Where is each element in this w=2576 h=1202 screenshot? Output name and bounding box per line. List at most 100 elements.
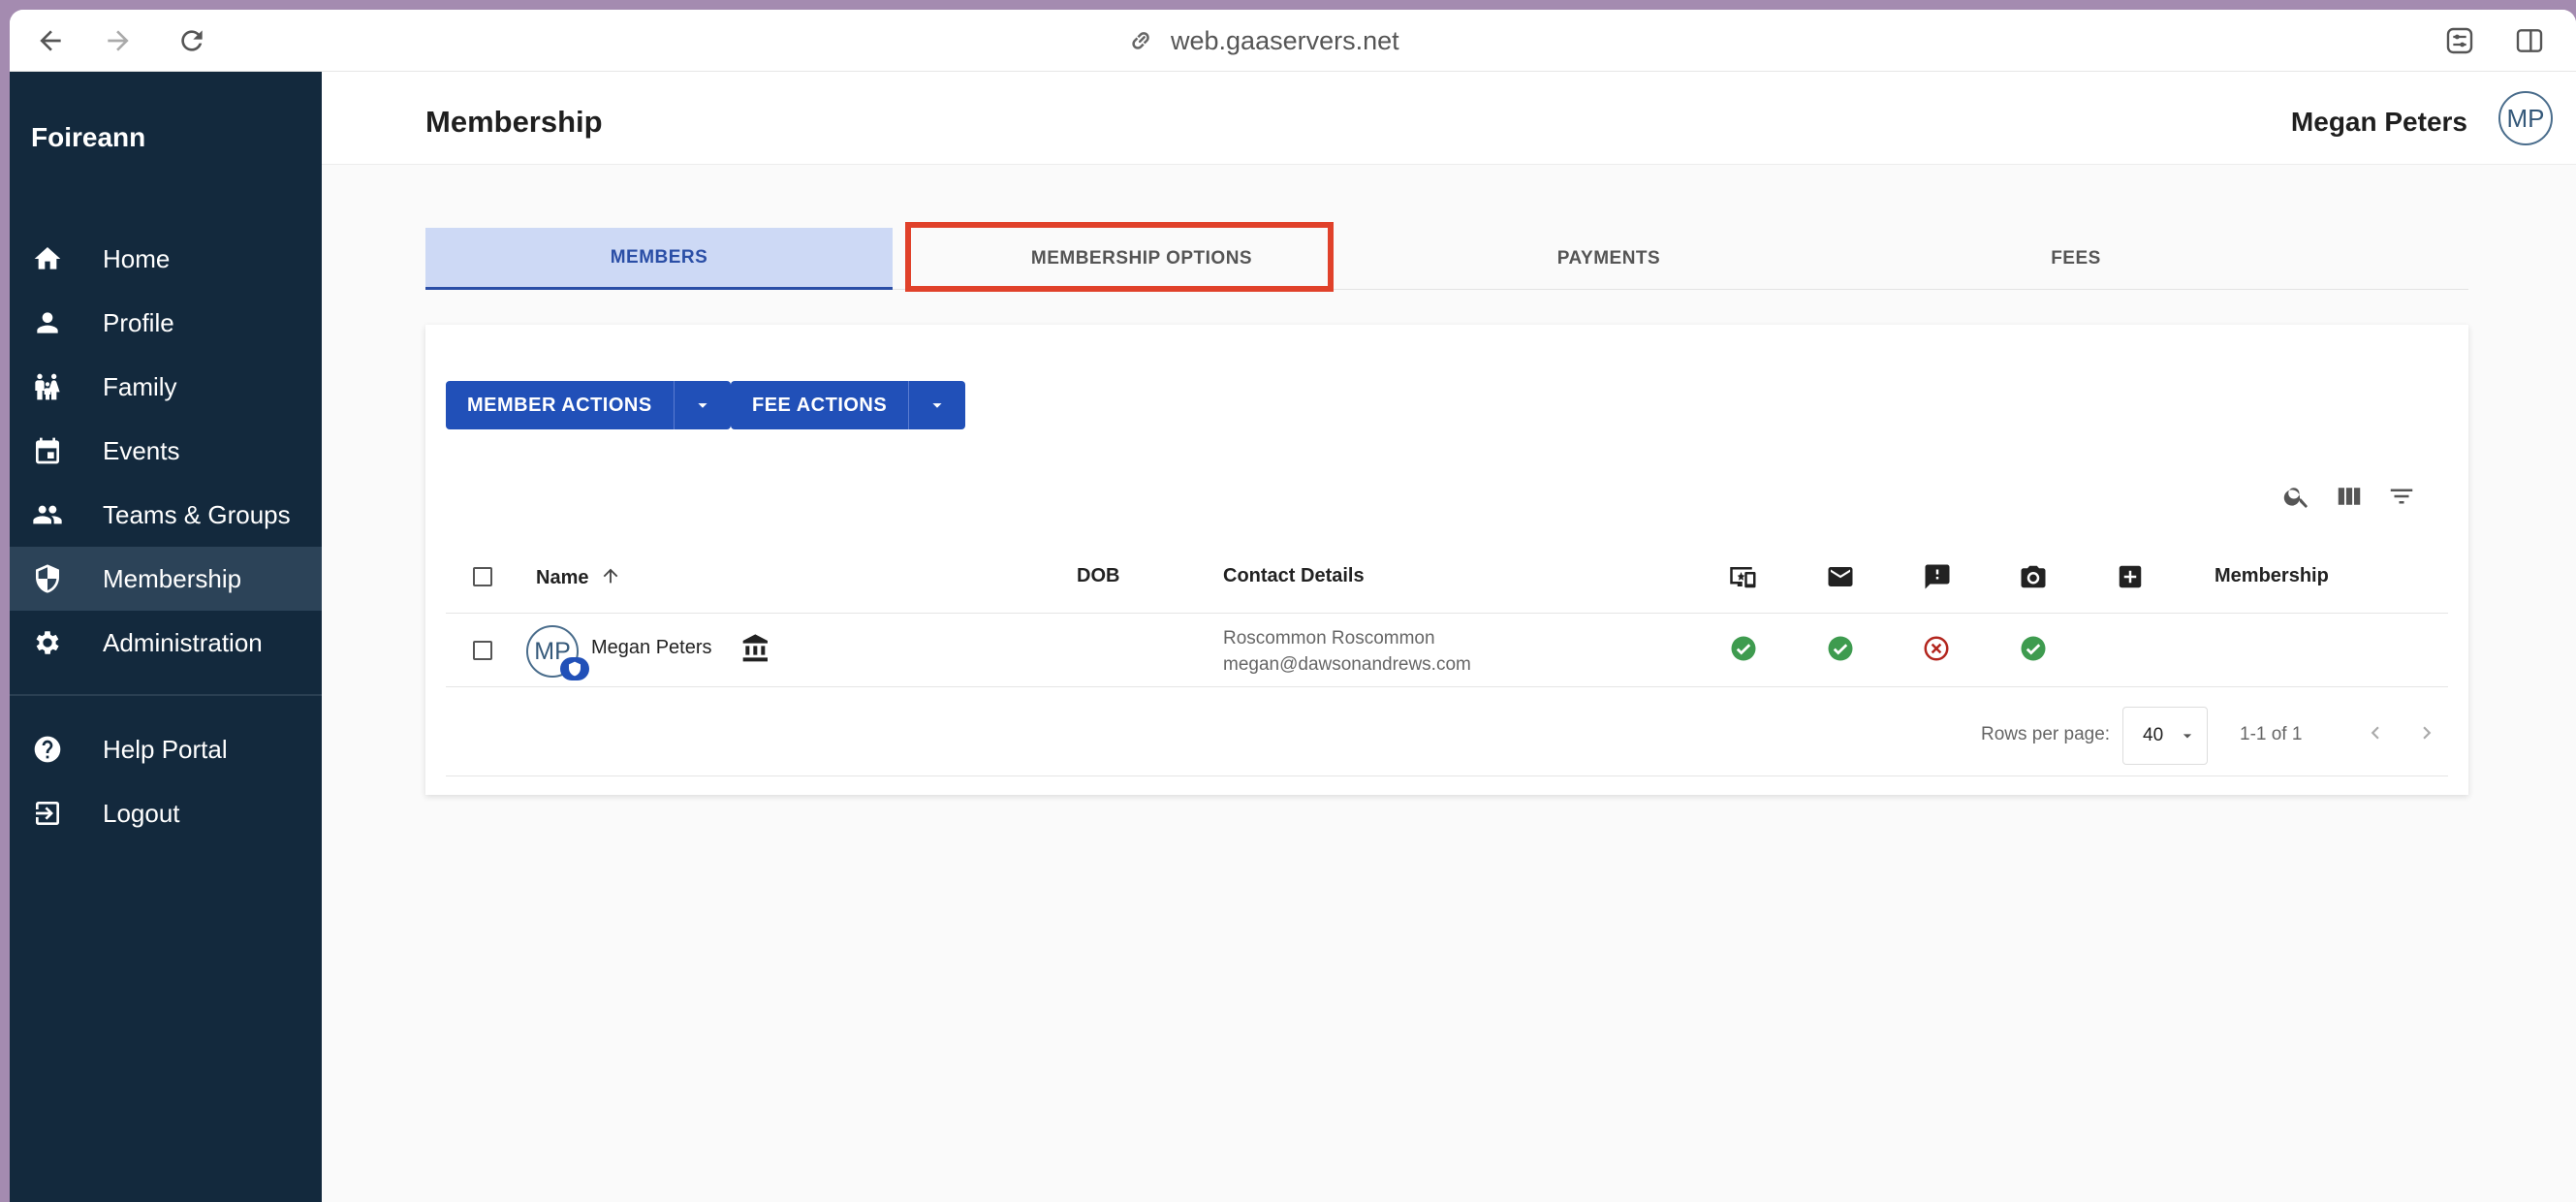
shield-icon	[569, 661, 581, 677]
tab-bar: MEMBERS MEMBERSHIP OPTIONS PAYMENTS FEES	[425, 228, 2468, 290]
family-icon	[31, 370, 64, 403]
sidebar-item-label: Teams & Groups	[103, 499, 291, 529]
check-circle-icon	[1729, 634, 1758, 663]
caret-down-icon	[2183, 734, 2192, 739]
column-contact-details[interactable]: Contact Details	[1223, 565, 1365, 587]
member-actions-split-button: MEMBER ACTIONS	[446, 381, 731, 429]
search-button[interactable]	[2280, 480, 2313, 513]
filter-icon	[2390, 489, 2413, 504]
error-circle-icon	[1922, 634, 1951, 663]
sidebar-item-profile[interactable]: Profile	[10, 291, 322, 355]
sidebar-item-logout[interactable]: Logout	[10, 781, 322, 845]
shield-icon	[31, 562, 64, 595]
sidebar-item-teams-groups[interactable]: Teams & Groups	[10, 483, 322, 547]
search-icon	[2283, 488, 2308, 508]
extensions-button[interactable]	[2440, 23, 2479, 58]
gear-icon	[31, 626, 64, 659]
brand-logo[interactable]: Foireann	[31, 122, 145, 153]
chevron-left-icon	[2371, 726, 2379, 740]
person-icon	[31, 306, 64, 339]
user-name[interactable]: Megan Peters	[2291, 107, 2467, 138]
medical-icon	[2115, 561, 2146, 592]
membership-badge	[560, 657, 589, 680]
sidebar-item-label: Administration	[103, 627, 263, 657]
caret-down-icon	[698, 403, 707, 408]
member-name[interactable]: Megan Peters	[591, 637, 712, 659]
chevron-right-icon	[2423, 726, 2432, 740]
members-card: MEMBER ACTIONS FEE ACTIONS Name DOB Cont…	[425, 325, 2468, 795]
page-title: Membership	[425, 105, 603, 139]
browser-window: web.gaaservers.net Foireann Home Profile…	[10, 10, 2576, 1202]
select-all-checkbox[interactable]	[473, 567, 492, 586]
sidebar-item-label: Home	[103, 243, 171, 273]
column-name[interactable]: Name	[536, 565, 621, 589]
sidebar: Foireann Home Profile Family Events Team…	[10, 72, 322, 1202]
sidebar-item-help-portal[interactable]: Help Portal	[10, 717, 322, 781]
sidebar-item-administration[interactable]: Administration	[10, 611, 322, 675]
arrow-right-icon	[108, 30, 129, 51]
link-icon	[1132, 32, 1149, 49]
home-icon	[31, 242, 64, 275]
rows-per-page-select[interactable]: 40	[2122, 707, 2208, 765]
pagination: Rows per page: 40 1-1 of 1	[446, 687, 2448, 776]
sidebar-divider	[10, 694, 322, 696]
sidebar-item-events[interactable]: Events	[10, 419, 322, 483]
member-actions-button[interactable]: MEMBER ACTIONS	[446, 381, 674, 429]
sliders-icon	[2446, 27, 2473, 54]
rows-per-page-label: Rows per page:	[1981, 724, 2111, 744]
help-icon	[31, 733, 64, 766]
forward-button[interactable]	[99, 23, 138, 58]
fee-actions-split-button: FEE ACTIONS	[731, 381, 966, 429]
caret-down-icon	[932, 403, 942, 408]
fee-actions-dropdown[interactable]	[909, 381, 965, 429]
tab-fees[interactable]: FEES	[1842, 228, 2309, 290]
column-dob[interactable]: DOB	[1077, 565, 1119, 587]
app-header: Membership Megan Peters MP	[322, 72, 2576, 165]
back-button[interactable]	[31, 23, 70, 58]
column-membership[interactable]: Membership	[2215, 565, 2329, 587]
contact-email: megan@dawsonandrews.com	[1223, 654, 1471, 675]
sidebar-item-label: Family	[103, 371, 177, 401]
next-page-button[interactable]	[2412, 718, 2441, 747]
sidebar-item-label: Help Portal	[103, 734, 228, 764]
reload-button[interactable]	[173, 23, 211, 58]
prev-page-button[interactable]	[2361, 718, 2390, 747]
camera-icon	[2018, 561, 2049, 592]
page-range: 1-1 of 1	[2240, 724, 2303, 744]
avatar[interactable]: MP	[2498, 91, 2553, 145]
columns-icon	[2338, 488, 2361, 505]
sidebar-toggle-button[interactable]	[2510, 23, 2549, 58]
table-header: Name DOB Contact Details Membership	[446, 540, 2448, 614]
alert-icon	[1922, 561, 1953, 592]
arrow-up-icon	[603, 568, 618, 584]
filter-button[interactable]	[2385, 480, 2418, 513]
check-circle-icon	[1826, 634, 1855, 663]
row-checkbox[interactable]	[473, 641, 492, 660]
columns-button[interactable]	[2333, 480, 2366, 513]
tab-payments[interactable]: PAYMENTS	[1375, 228, 1842, 290]
email-icon	[1825, 561, 1856, 592]
sidebar-item-family[interactable]: Family	[10, 355, 322, 419]
sidebar-item-home[interactable]: Home	[10, 227, 322, 291]
address-bar[interactable]: web.gaaservers.net	[1126, 25, 1399, 56]
tab-members[interactable]: MEMBERS	[425, 228, 893, 290]
table-row[interactable]: MP Megan Peters Roscommon Roscommon mega…	[446, 614, 2448, 687]
url-text: web.gaaservers.net	[1171, 25, 1399, 55]
tab-membership-options[interactable]: MEMBERSHIP OPTIONS	[908, 228, 1375, 290]
sidebar-item-membership[interactable]: Membership	[10, 547, 322, 611]
check-circle-icon	[2019, 634, 2048, 663]
bank-icon	[740, 633, 771, 664]
group-icon	[31, 498, 64, 531]
contact-address: Roscommon Roscommon	[1223, 628, 1435, 648]
member-actions-dropdown[interactable]	[675, 381, 731, 429]
logout-icon	[31, 797, 64, 830]
split-view-icon	[2516, 29, 2543, 52]
calendar-icon	[31, 434, 64, 467]
devices-icon	[1728, 561, 1759, 592]
contact-details: Roscommon Roscommon megan@dawsonandrews.…	[1223, 625, 1471, 678]
reload-icon	[181, 30, 203, 51]
sidebar-item-label: Logout	[103, 798, 180, 828]
fee-actions-button[interactable]: FEE ACTIONS	[731, 381, 908, 429]
sidebar-item-label: Profile	[103, 307, 174, 337]
browser-toolbar: web.gaaservers.net	[10, 10, 2576, 72]
